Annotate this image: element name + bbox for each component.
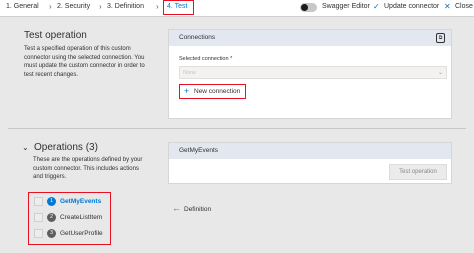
selected-connection-dropdown[interactable]: None ⌄ (179, 66, 447, 79)
definition-link[interactable]: Definition (184, 206, 211, 213)
operations-description: These are the operations defined by your… (33, 157, 143, 181)
selected-connection-label: Selected connection * (179, 56, 233, 62)
close-button[interactable]: Close (455, 3, 473, 10)
selected-operation-header: GetMyEvents (169, 143, 451, 159)
toggle-knob (301, 4, 308, 11)
chevron-right-icon: › (99, 2, 102, 11)
step-test-active[interactable]: 4. Test (163, 0, 194, 15)
step-test-label: 4. Test (167, 3, 188, 10)
test-operation-button[interactable]: Test operation (389, 164, 447, 180)
top-navigation-bar: 1. General › 2. Security › 3. Definition… (0, 0, 474, 17)
selected-connection-value: None (183, 70, 197, 76)
step-general[interactable]: 1. General (6, 3, 39, 10)
test-operation-title: Test operation (24, 30, 87, 41)
selected-operation-card: GetMyEvents Test operation (168, 142, 452, 184)
operation-number-badge: 1 (47, 197, 56, 206)
operation-name: GetUserProfile (60, 230, 103, 237)
step-security[interactable]: 2. Security (57, 3, 90, 10)
operation-number-badge: 2 (47, 213, 56, 222)
connections-card-header: Connections ⧉ (169, 30, 451, 46)
arrow-left-icon[interactable]: ← (172, 204, 181, 213)
connections-card: Connections ⧉ Selected connection * None… (168, 29, 452, 119)
close-icon[interactable]: ✕ (444, 2, 451, 11)
step-definition[interactable]: 3. Definition (107, 3, 144, 10)
plus-icon: + (184, 86, 190, 96)
new-connection-label: New connection (194, 88, 241, 95)
section-divider (8, 128, 466, 129)
test-operation-description: Test a specified operation of this custo… (24, 46, 145, 78)
new-connection-button[interactable]: + New connection (179, 84, 246, 99)
test-operation-label: Test operation (399, 169, 437, 175)
swagger-editor-label: Swagger Editor (322, 3, 370, 10)
collapse-chevron-icon[interactable]: ⌄ (22, 143, 29, 152)
selected-operation-title: GetMyEvents (179, 147, 219, 154)
chevron-right-icon: › (49, 2, 52, 11)
copy-icon[interactable]: ⧉ (436, 33, 445, 43)
connections-title: Connections (179, 34, 216, 41)
checkmark-icon[interactable]: ✓ (373, 2, 380, 11)
operations-title: Operations (3) (34, 142, 98, 153)
swagger-editor-toggle[interactable] (300, 3, 317, 12)
operation-number-badge: 3 (47, 229, 56, 238)
chevron-right-icon: › (156, 2, 159, 11)
operation-item-getmyevents[interactable]: 1 GetMyEvents (29, 195, 109, 209)
operation-name: CreateListItem (60, 214, 103, 221)
operation-checkbox[interactable] (34, 229, 43, 238)
operation-item-createlistitem[interactable]: 2 CreateListItem (29, 211, 109, 225)
update-connector-button[interactable]: Update connector (384, 3, 439, 10)
operation-item-getuserprofile[interactable]: 3 GetUserProfile (29, 227, 109, 241)
operation-checkbox[interactable] (34, 213, 43, 222)
chevron-down-icon: ⌄ (437, 70, 443, 76)
operations-list: 1 GetMyEvents 2 CreateListItem 3 GetUser… (28, 192, 111, 245)
operation-checkbox[interactable] (34, 197, 43, 206)
operation-name: GetMyEvents (60, 198, 102, 205)
